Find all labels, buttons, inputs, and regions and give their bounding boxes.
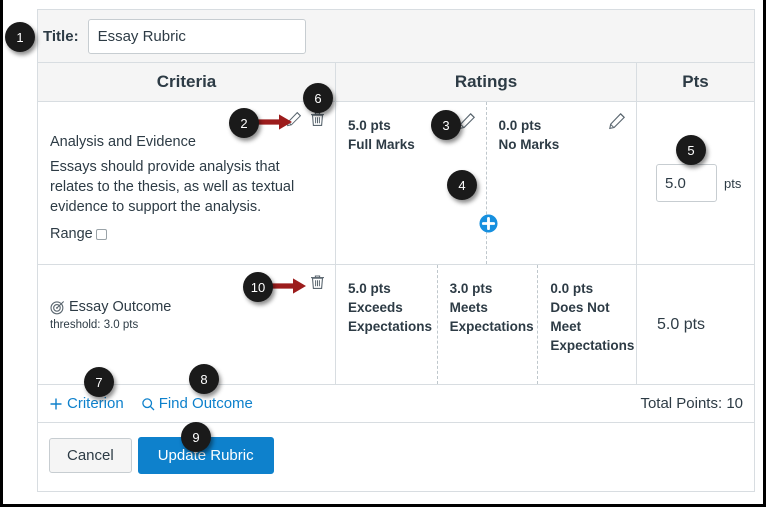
annotation-badge-5: 5 — [676, 135, 706, 165]
plus-circle-icon[interactable] — [479, 214, 498, 233]
points-cell: 5.0 pts — [637, 265, 754, 384]
annotation-badge-2: 2 — [229, 108, 259, 138]
dialog-actions: Cancel Update Rubric — [38, 423, 754, 488]
pencil-icon[interactable] — [608, 112, 626, 130]
total-points-label: Total Points: 10 — [640, 395, 743, 412]
table-row: Analysis and Evidence Essays should prov… — [38, 102, 754, 265]
criterion-name: Analysis and Evidence — [50, 134, 196, 150]
rating-description: Does Not Meet Expectations — [550, 300, 635, 353]
rating-item: 0.0 pts Does Not Meet Expectations — [537, 265, 636, 384]
points-input-wrap: pts — [637, 164, 741, 202]
outcome-target-icon — [50, 300, 65, 315]
rating-description: Meets Expectations — [449, 300, 534, 334]
rating-points: 0.0 pts — [550, 281, 594, 296]
plus-icon — [49, 397, 63, 411]
rubric-title-label: Title: — [43, 27, 79, 45]
screenshot-canvas: Title: Criteria Ratings Pts — [0, 0, 766, 507]
trash-icon[interactable] — [310, 111, 325, 127]
annotation-badge-9: 9 — [181, 422, 211, 452]
rating-item: 5.0 pts Exceeds Expectations — [336, 265, 437, 384]
rating-points: 3.0 pts — [449, 281, 493, 296]
annotation-badge-4: 4 — [447, 170, 477, 200]
range-checkbox[interactable] — [95, 228, 107, 240]
annotation-arrow-10 — [272, 277, 308, 295]
annotation-badge-3: 3 — [431, 110, 461, 140]
criterion-description: Essays should provide analysis that rela… — [50, 159, 295, 215]
rubric-title-input[interactable] — [87, 18, 306, 54]
rubric-editor-panel: Title: Criteria Ratings Pts — [37, 9, 755, 492]
ratings-cell: 5.0 pts Exceeds Expectations 3.0 pts Mee… — [336, 265, 637, 384]
cancel-button[interactable]: Cancel — [49, 438, 132, 473]
rating-description: Full Marks — [348, 137, 415, 152]
find-outcome-label: Find Outcome — [158, 395, 253, 412]
points-unit-label: pts — [724, 175, 742, 191]
add-criterion-button[interactable]: Criterion — [49, 395, 124, 412]
annotation-badge-10: 10 — [243, 272, 273, 302]
table-row: Essay Outcome threshold: 3.0 pts 5.0 pts… — [38, 265, 754, 385]
outcome-threshold: threshold: 3.0 pts — [50, 319, 139, 331]
rubric-table-header: Criteria Ratings Pts — [38, 63, 754, 102]
annotation-badge-7: 7 — [84, 367, 114, 397]
rating-description: No Marks — [498, 137, 560, 152]
annotation-arrow-2 — [258, 113, 294, 131]
annotation-badge-8: 8 — [189, 364, 219, 394]
rubric-footer-links: Criterion Find Outcome Total Points: 10 — [38, 385, 754, 423]
outcome-points-value: 5.0 pts — [657, 315, 706, 333]
outcome-actions — [310, 274, 325, 290]
add-criterion-label: Criterion — [67, 395, 124, 412]
rating-item: 0.0 pts No Marks — [485, 102, 637, 264]
rating-item: 3.0 pts Meets Expectations — [436, 265, 538, 384]
search-icon — [141, 397, 155, 411]
annotation-badge-1: 1 — [5, 22, 35, 52]
rating-points: 5.0 pts — [348, 281, 391, 296]
outcome-name: Essay Outcome — [69, 299, 172, 315]
criterion-points-input[interactable] — [656, 164, 717, 202]
column-header-pts: Pts — [682, 72, 709, 91]
column-header-criteria: Criteria — [38, 63, 336, 101]
range-toggle-row[interactable]: Range — [50, 226, 323, 242]
annotation-badge-6: 6 — [303, 83, 333, 113]
trash-icon[interactable] — [310, 274, 325, 290]
outcome-title-row: Essay Outcome — [50, 299, 323, 315]
column-header-ratings: Ratings — [336, 63, 637, 101]
rubric-title-bar: Title: — [38, 10, 754, 63]
rating-description: Exceeds Expectations — [348, 300, 433, 334]
find-outcome-button[interactable]: Find Outcome — [141, 395, 253, 412]
points-cell: pts — [637, 102, 754, 264]
ratings-cell: 5.0 pts Full Marks 0.0 pts No Marks — [336, 102, 637, 264]
range-label: Range — [50, 226, 93, 242]
